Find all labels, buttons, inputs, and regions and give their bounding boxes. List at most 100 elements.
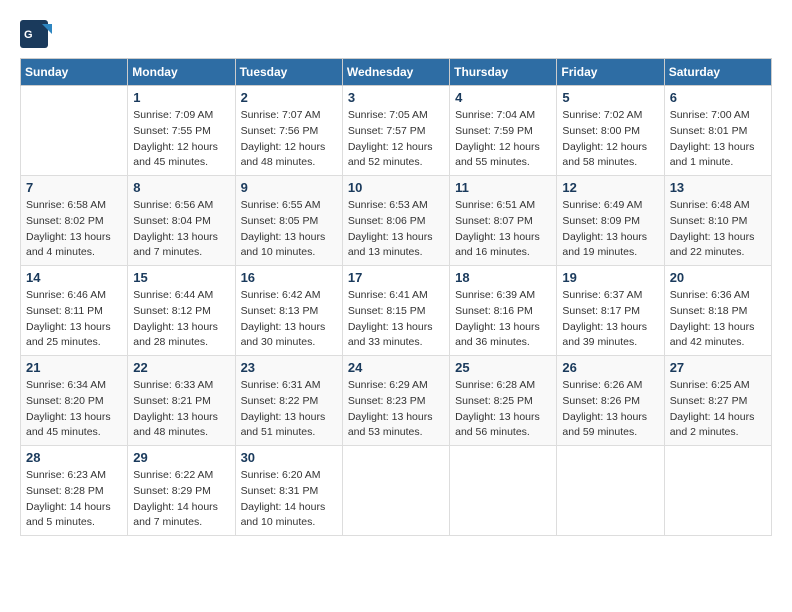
day-number: 23	[241, 360, 337, 375]
day-info: Sunrise: 7:07 AMSunset: 7:56 PMDaylight:…	[241, 108, 337, 171]
calendar-cell: 10Sunrise: 6:53 AMSunset: 8:06 PMDayligh…	[342, 176, 449, 266]
calendar-week-row: 14 Sunrise: 6:46 AMSunset: 8:11 PMDayligh…	[21, 266, 772, 356]
day-number: 8	[133, 180, 229, 195]
day-number: 14	[26, 270, 122, 285]
day-number: 26	[562, 360, 658, 375]
calendar-table: SundayMondayTuesdayWednesdayThursdayFrid…	[20, 58, 772, 536]
day-number: 22	[133, 360, 229, 375]
day-number: 7	[26, 180, 122, 195]
day-number: 1	[133, 90, 229, 105]
calendar-cell: 3 Sunrise: 7:05 AMSunset: 7:57 PMDaylight…	[342, 86, 449, 176]
calendar-cell: 7 Sunrise: 6:58 AMSunset: 8:02 PMDaylight…	[21, 176, 128, 266]
weekday-header-wednesday: Wednesday	[342, 59, 449, 86]
calendar-cell: 14 Sunrise: 6:46 AMSunset: 8:11 PMDayligh…	[21, 266, 128, 356]
day-number: 5	[562, 90, 658, 105]
page-header: G	[20, 20, 772, 48]
calendar-cell: 22 Sunrise: 6:33 AMSunset: 8:21 PMDayligh…	[128, 356, 235, 446]
calendar-cell: 21 Sunrise: 6:34 AMSunset: 8:20 PMDayligh…	[21, 356, 128, 446]
calendar-cell: 13Sunrise: 6:48 AMSunset: 8:10 PMDayligh…	[664, 176, 771, 266]
day-number: 18	[455, 270, 551, 285]
svg-text:G: G	[24, 29, 33, 41]
day-number: 30	[241, 450, 337, 465]
day-number: 24	[348, 360, 444, 375]
calendar-cell	[450, 446, 557, 536]
calendar-cell: 4Sunrise: 7:04 AMSunset: 7:59 PMDaylight…	[450, 86, 557, 176]
day-number: 16	[241, 270, 337, 285]
day-number: 12	[562, 180, 658, 195]
day-info: Sunrise: 6:56 AMSunset: 8:04 PMDaylight:…	[133, 198, 229, 261]
calendar-cell	[664, 446, 771, 536]
day-number: 20	[670, 270, 766, 285]
day-info: Sunrise: 6:41 AMSunset: 8:15 PMDaylight:…	[348, 288, 444, 351]
calendar-cell: 8 Sunrise: 6:56 AMSunset: 8:04 PMDaylight…	[128, 176, 235, 266]
calendar-cell: 6 Sunrise: 7:00 AMSunset: 8:01 PMDaylight…	[664, 86, 771, 176]
day-number: 11	[455, 180, 551, 195]
calendar-cell: 15 Sunrise: 6:44 AMSunset: 8:12 PMDayligh…	[128, 266, 235, 356]
calendar-header: SundayMondayTuesdayWednesdayThursdayFrid…	[21, 59, 772, 86]
day-number: 2	[241, 90, 337, 105]
day-info: Sunrise: 7:00 AMSunset: 8:01 PMDaylight:…	[670, 108, 766, 171]
day-number: 17	[348, 270, 444, 285]
day-info: Sunrise: 6:25 AMSunset: 8:27 PMDaylight:…	[670, 378, 766, 441]
calendar-cell: 11 Sunrise: 6:51 AMSunset: 8:07 PMDayligh…	[450, 176, 557, 266]
day-info: Sunrise: 6:28 AMSunset: 8:25 PMDaylight:…	[455, 378, 551, 441]
weekday-header-saturday: Saturday	[664, 59, 771, 86]
calendar-week-row: 1Sunrise: 7:09 AMSunset: 7:55 PMDaylight…	[21, 86, 772, 176]
day-info: Sunrise: 6:29 AMSunset: 8:23 PMDaylight:…	[348, 378, 444, 441]
day-info: Sunrise: 6:33 AMSunset: 8:21 PMDaylight:…	[133, 378, 229, 441]
day-info: Sunrise: 6:49 AMSunset: 8:09 PMDaylight:…	[562, 198, 658, 261]
day-number: 28	[26, 450, 122, 465]
day-number: 27	[670, 360, 766, 375]
day-number: 6	[670, 90, 766, 105]
calendar-cell	[21, 86, 128, 176]
calendar-cell: 29Sunrise: 6:22 AMSunset: 8:29 PMDayligh…	[128, 446, 235, 536]
calendar-cell: 18 Sunrise: 6:39 AMSunset: 8:16 PMDayligh…	[450, 266, 557, 356]
weekday-header-tuesday: Tuesday	[235, 59, 342, 86]
calendar-cell: 27 Sunrise: 6:25 AMSunset: 8:27 PMDayligh…	[664, 356, 771, 446]
day-info: Sunrise: 6:51 AMSunset: 8:07 PMDaylight:…	[455, 198, 551, 261]
calendar-cell: 24 Sunrise: 6:29 AMSunset: 8:23 PMDayligh…	[342, 356, 449, 446]
calendar-cell	[342, 446, 449, 536]
calendar-cell: 26 Sunrise: 6:26 AMSunset: 8:26 PMDayligh…	[557, 356, 664, 446]
calendar-cell: 30 Sunrise: 6:20 AMSunset: 8:31 PMDayligh…	[235, 446, 342, 536]
calendar-cell: 1Sunrise: 7:09 AMSunset: 7:55 PMDaylight…	[128, 86, 235, 176]
day-info: Sunrise: 6:37 AMSunset: 8:17 PMDaylight:…	[562, 288, 658, 351]
calendar-cell: 25Sunrise: 6:28 AMSunset: 8:25 PMDayligh…	[450, 356, 557, 446]
day-number: 3	[348, 90, 444, 105]
calendar-week-row: 21 Sunrise: 6:34 AMSunset: 8:20 PMDayligh…	[21, 356, 772, 446]
weekday-header-monday: Monday	[128, 59, 235, 86]
day-info: Sunrise: 6:39 AMSunset: 8:16 PMDaylight:…	[455, 288, 551, 351]
weekday-header-friday: Friday	[557, 59, 664, 86]
day-number: 15	[133, 270, 229, 285]
calendar-cell: 17 Sunrise: 6:41 AMSunset: 8:15 PMDayligh…	[342, 266, 449, 356]
calendar-week-row: 7 Sunrise: 6:58 AMSunset: 8:02 PMDaylight…	[21, 176, 772, 266]
day-info: Sunrise: 6:53 AMSunset: 8:06 PMDaylight:…	[348, 198, 444, 261]
day-info: Sunrise: 6:36 AMSunset: 8:18 PMDaylight:…	[670, 288, 766, 351]
day-number: 21	[26, 360, 122, 375]
calendar-cell: 19 Sunrise: 6:37 AMSunset: 8:17 PMDayligh…	[557, 266, 664, 356]
day-info: Sunrise: 7:05 AMSunset: 7:57 PMDaylight:…	[348, 108, 444, 171]
day-number: 19	[562, 270, 658, 285]
day-number: 9	[241, 180, 337, 195]
logo-icon: G	[20, 20, 52, 48]
calendar-cell: 16 Sunrise: 6:42 AMSunset: 8:13 PMDayligh…	[235, 266, 342, 356]
calendar-cell: 12 Sunrise: 6:49 AMSunset: 8:09 PMDayligh…	[557, 176, 664, 266]
day-info: Sunrise: 6:55 AMSunset: 8:05 PMDaylight:…	[241, 198, 337, 261]
weekday-header-thursday: Thursday	[450, 59, 557, 86]
calendar-cell: 20 Sunrise: 6:36 AMSunset: 8:18 PMDayligh…	[664, 266, 771, 356]
day-info: Sunrise: 6:31 AMSunset: 8:22 PMDaylight:…	[241, 378, 337, 441]
day-info: Sunrise: 6:46 AMSunset: 8:11 PMDaylight:…	[26, 288, 122, 351]
logo: G	[20, 20, 54, 48]
day-info: Sunrise: 6:58 AMSunset: 8:02 PMDaylight:…	[26, 198, 122, 261]
day-info: Sunrise: 6:34 AMSunset: 8:20 PMDaylight:…	[26, 378, 122, 441]
calendar-cell	[557, 446, 664, 536]
day-info: Sunrise: 6:20 AMSunset: 8:31 PMDaylight:…	[241, 468, 337, 531]
calendar-week-row: 28Sunrise: 6:23 AMSunset: 8:28 PMDayligh…	[21, 446, 772, 536]
weekday-header-sunday: Sunday	[21, 59, 128, 86]
day-info: Sunrise: 7:02 AMSunset: 8:00 PMDaylight:…	[562, 108, 658, 171]
day-info: Sunrise: 6:44 AMSunset: 8:12 PMDaylight:…	[133, 288, 229, 351]
calendar-cell: 2 Sunrise: 7:07 AMSunset: 7:56 PMDaylight…	[235, 86, 342, 176]
day-info: Sunrise: 6:42 AMSunset: 8:13 PMDaylight:…	[241, 288, 337, 351]
day-info: Sunrise: 6:22 AMSunset: 8:29 PMDaylight:…	[133, 468, 229, 531]
day-info: Sunrise: 6:26 AMSunset: 8:26 PMDaylight:…	[562, 378, 658, 441]
